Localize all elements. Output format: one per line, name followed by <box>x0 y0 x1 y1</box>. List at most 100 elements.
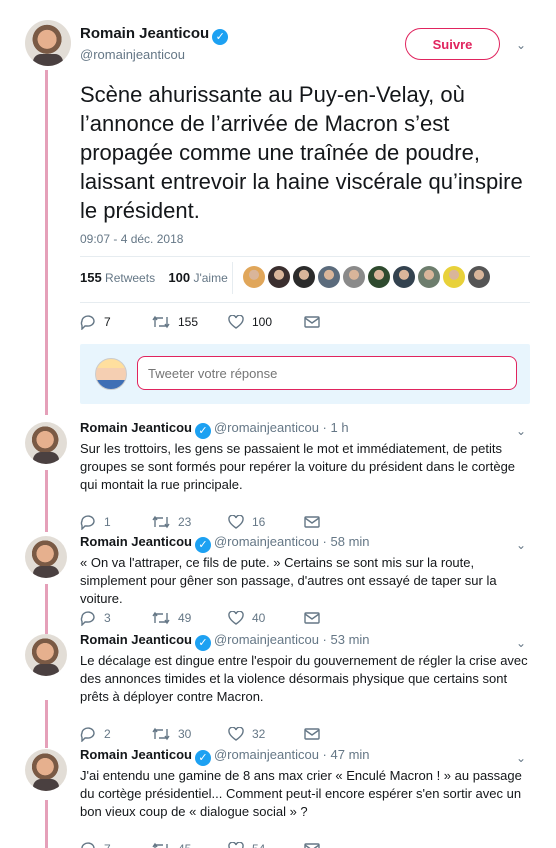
reply-button[interactable]: 7 <box>80 841 152 848</box>
like-button[interactable]: 32 <box>228 726 304 742</box>
divider <box>80 256 530 257</box>
liker-avatar[interactable] <box>418 266 440 288</box>
likes-label[interactable]: J'aime <box>193 271 227 285</box>
reply-button[interactable]: 2 <box>80 726 152 742</box>
chevron-down-icon[interactable]: ⌄ <box>516 424 526 438</box>
liker-avatar[interactable] <box>243 266 265 288</box>
envelope-icon <box>304 612 320 624</box>
reply-button[interactable]: 1 <box>80 514 152 530</box>
retweet-count: 49 <box>178 611 192 625</box>
author-name-block[interactable]: Romain Jeanticou ✓ <box>80 25 229 45</box>
main-tweet-actions: 7 155 100 <box>80 314 334 330</box>
chevron-down-icon[interactable]: ⌄ <box>516 38 526 52</box>
reply-button[interactable]: 7 <box>80 314 152 330</box>
like-count: 40 <box>252 611 266 625</box>
retweet-button[interactable]: 45 <box>152 841 228 848</box>
message-button[interactable] <box>304 610 334 626</box>
divider <box>80 302 530 303</box>
liker-avatar[interactable] <box>443 266 465 288</box>
tweet-text: Sur les trottoirs, les gens se passaient… <box>80 441 516 492</box>
thread-line <box>45 584 48 634</box>
like-count: 100 <box>252 315 273 329</box>
tweet-actions: 1 23 16 <box>80 514 334 530</box>
retweet-icon <box>152 515 170 529</box>
verified-icon: ✓ <box>194 423 211 439</box>
envelope-icon <box>304 728 320 740</box>
tweet-header: Romain Jeanticou ✓ @romainjeanticou · 1 h <box>80 420 349 439</box>
liker-avatar[interactable] <box>368 266 390 288</box>
like-count: 16 <box>252 515 266 529</box>
tweet-author-name[interactable]: Romain Jeanticou <box>80 420 192 435</box>
reply-icon <box>80 515 95 530</box>
thread-line <box>45 70 48 415</box>
tweet-author-name[interactable]: Romain Jeanticou <box>80 534 192 549</box>
retweet-button[interactable]: 30 <box>152 726 228 742</box>
heart-icon <box>228 315 244 329</box>
retweet-button[interactable]: 23 <box>152 514 228 530</box>
retweet-icon <box>152 315 170 329</box>
message-button[interactable] <box>304 841 334 848</box>
reply-icon <box>81 842 95 848</box>
tweet-author-name[interactable]: Romain Jeanticou <box>80 747 192 762</box>
heart-icon <box>228 611 244 625</box>
verified-icon: ✓ <box>194 750 211 766</box>
reply-count: 7 <box>104 842 111 848</box>
thread-line <box>45 700 48 748</box>
reply-input[interactable] <box>137 356 517 390</box>
liker-avatar[interactable] <box>318 266 340 288</box>
retweet-button[interactable]: 155 <box>152 314 228 330</box>
tweet-author-avatar[interactable] <box>25 422 67 464</box>
like-button[interactable]: 100 <box>228 314 304 330</box>
tweet-timestamp[interactable]: 09:07 - 4 déc. 2018 <box>80 232 183 246</box>
tweet-stats: 155 Retweets 100 J'aime <box>80 270 228 285</box>
liker-avatar[interactable] <box>393 266 415 288</box>
tweet-author-avatar[interactable] <box>25 634 67 676</box>
chevron-down-icon[interactable]: ⌄ <box>516 538 526 552</box>
chevron-down-icon[interactable]: ⌄ <box>516 751 526 765</box>
tweet-author-avatar[interactable] <box>25 749 67 791</box>
tweet-text: J'ai entendu une gamine de 8 ans max cri… <box>80 768 522 819</box>
liker-avatar[interactable] <box>343 266 365 288</box>
chevron-down-icon[interactable]: ⌄ <box>516 636 526 650</box>
envelope-icon <box>304 316 320 328</box>
retweet-button[interactable]: 49 <box>152 610 228 626</box>
reply-icon <box>80 315 95 330</box>
like-count: 32 <box>252 727 266 741</box>
message-button[interactable] <box>304 514 334 530</box>
like-button[interactable]: 54 <box>228 841 304 848</box>
reply-count: 3 <box>104 611 111 625</box>
like-button[interactable]: 16 <box>228 514 304 530</box>
tweet-author-handle[interactable]: @romainjeanticou · 1 h <box>214 420 349 435</box>
likes-count[interactable]: 100 <box>168 270 190 285</box>
liker-avatar[interactable] <box>268 266 290 288</box>
follow-button[interactable]: Suivre <box>405 28 500 60</box>
message-button[interactable] <box>304 314 334 330</box>
message-button[interactable] <box>304 726 334 742</box>
reply-button[interactable]: 3 <box>80 610 152 626</box>
tweet-author-handle[interactable]: @romainjeanticou · 58 min <box>214 534 370 549</box>
heart-icon <box>228 515 244 529</box>
retweet-count: 30 <box>178 727 192 741</box>
heart-icon <box>228 842 244 848</box>
tweet-header: Romain Jeanticou ✓ @romainjeanticou · 53 m… <box>80 632 370 651</box>
tweet-author-avatar[interactable] <box>25 536 67 578</box>
likers-avatars[interactable] <box>243 266 490 288</box>
liker-avatar[interactable] <box>293 266 315 288</box>
envelope-icon <box>304 516 320 528</box>
author-avatar[interactable] <box>25 20 71 66</box>
liker-avatar[interactable] <box>468 266 490 288</box>
thread-line <box>45 800 48 848</box>
reply-count: 2 <box>104 727 111 741</box>
reply-icon <box>80 727 95 742</box>
tweet-actions: 7 45 54 <box>80 841 334 848</box>
author-name[interactable]: Romain Jeanticou <box>80 25 209 42</box>
retweets-count[interactable]: 155 <box>80 270 102 285</box>
tweet-author-handle[interactable]: @romainjeanticou · 47 min <box>214 747 370 762</box>
tweet-author-handle[interactable]: @romainjeanticou · 53 min <box>214 632 370 647</box>
like-button[interactable]: 40 <box>228 610 304 626</box>
tweet-author-name[interactable]: Romain Jeanticou <box>80 632 192 647</box>
author-handle[interactable]: @romainjeanticou <box>80 47 185 62</box>
tweet-text: Le décalage est dingue entre l'espoir du… <box>80 653 528 704</box>
retweet-count: 155 <box>178 315 199 329</box>
retweets-label[interactable]: Retweets <box>105 271 155 285</box>
